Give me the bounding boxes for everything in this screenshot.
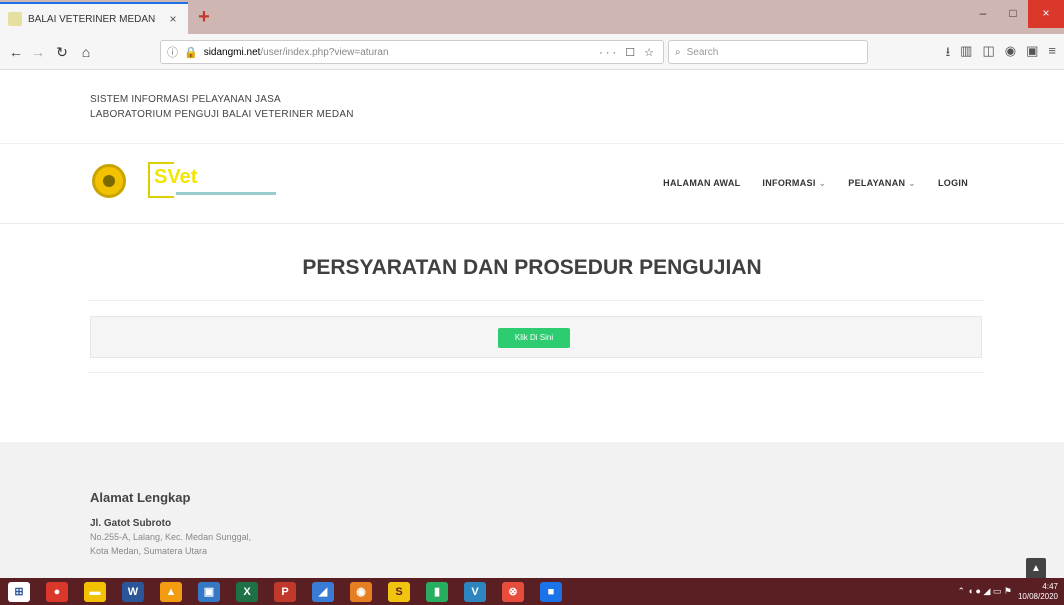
info-icon[interactable]: ⓘ bbox=[167, 44, 178, 60]
close-window-button[interactable]: × bbox=[1028, 0, 1064, 28]
app-icon[interactable]: ● bbox=[46, 581, 68, 602]
menu-item-informasi[interactable]: INFORMASI ⌄ bbox=[762, 178, 826, 189]
page-title: PERSYARATAN DAN PROSEDUR PENGUJIAN bbox=[302, 256, 762, 279]
powerpoint-icon[interactable]: P bbox=[274, 581, 296, 602]
extension-icon[interactable]: ◉ bbox=[1005, 43, 1016, 65]
library-icon[interactable]: ▥ bbox=[960, 43, 972, 65]
url-bar[interactable]: ⓘ 🔒 sidangmi.net /user/index.php?view=at… bbox=[160, 40, 664, 64]
topbar-line-2: LABORATORIUM PENGUJI BALAI VETERINER MED… bbox=[90, 109, 354, 120]
menu-item-login[interactable]: LOGIN bbox=[938, 178, 968, 189]
svet-logo[interactable]: SVet bbox=[148, 162, 280, 198]
chevron-down-icon: ⌄ bbox=[818, 178, 827, 188]
menu-item-informasi-label: INFORMASI bbox=[762, 178, 816, 188]
start-icon[interactable]: ⊞ bbox=[8, 581, 30, 602]
site-topbar: SISTEM INFORMASI PELAYANAN JASA LABORATO… bbox=[0, 70, 1064, 144]
toolbar-icons: ⭳ ▥ ◫ ◉ ▣ ≡ bbox=[946, 43, 1056, 65]
app-icon[interactable]: ■ bbox=[540, 581, 562, 602]
emblem-logo[interactable] bbox=[92, 164, 126, 198]
browser-tabbar: BALAI VETERINER MEDAN × + – □ × bbox=[0, 0, 1064, 34]
reload-icon[interactable]: ↻ bbox=[52, 42, 72, 62]
site-lock-icon: 🔒 bbox=[184, 46, 198, 59]
vlc-icon[interactable]: ▲ bbox=[160, 581, 182, 602]
download-icon[interactable]: ⭳ bbox=[946, 43, 951, 65]
url-actions-icons[interactable]: ··· ☐ ☆ bbox=[599, 46, 657, 59]
file-explorer-icon[interactable]: ▬ bbox=[84, 581, 106, 602]
os-taskbar: ⊞ ● ▬ W ▲ ▣ X P ◢ ◉ S ▮ V ⊗ ■ ⌃ ◖ ● ◢ ▭ … bbox=[0, 578, 1064, 605]
footer-street: Jl. Gatot Subroto bbox=[90, 518, 172, 529]
vs-icon[interactable]: V bbox=[464, 581, 486, 602]
logo-text: SVet bbox=[154, 166, 198, 188]
main-menu: HALAMAN AWAL INFORMASI ⌄ PELAYANAN ⌄ LOG… bbox=[663, 178, 968, 189]
click-here-button[interactable]: Klik Di Sini bbox=[498, 328, 570, 348]
word-icon[interactable]: W bbox=[122, 581, 144, 602]
search-icon: ⌕ bbox=[675, 46, 681, 58]
content-panel: Klik Di Sini bbox=[90, 316, 982, 358]
app-icon[interactable]: S bbox=[388, 581, 410, 602]
site-footer: Alamat Lengkap Jl. Gatot Subroto No.255-… bbox=[0, 442, 1064, 578]
app-icon[interactable]: ◢ bbox=[312, 581, 334, 602]
menu-item-halaman-awal[interactable]: HALAMAN AWAL bbox=[663, 178, 740, 189]
clock-time: 4:47 bbox=[1042, 581, 1058, 591]
favicon-icon bbox=[8, 12, 22, 26]
clock-date: 10/08/2020 bbox=[1017, 591, 1058, 601]
clock[interactable]: 4:47 10/08/2020 bbox=[1018, 582, 1058, 602]
logo-underline bbox=[176, 192, 276, 195]
browser-navbar: ← → ↻ ⌂ ⓘ 🔒 sidangmi.net /user/index.php… bbox=[0, 34, 1064, 70]
app-icon[interactable]: ▮ bbox=[426, 581, 448, 602]
menu-icon[interactable]: ≡ bbox=[1048, 43, 1056, 65]
panel-divider bbox=[88, 372, 984, 373]
url-host: sidangmi.net bbox=[203, 46, 261, 58]
title-divider bbox=[88, 300, 984, 301]
site-header: SVet HALAMAN AWAL INFORMASI ⌄ PELAYANAN … bbox=[0, 144, 1064, 224]
xampp-icon[interactable]: ⊗ bbox=[502, 581, 524, 602]
maximize-window-button[interactable]: □ bbox=[998, 0, 1028, 28]
minimize-window-button[interactable]: – bbox=[968, 0, 998, 28]
tab-title: BALAI VETERINER MEDAN bbox=[28, 13, 156, 25]
forward-icon[interactable]: → bbox=[28, 42, 48, 62]
topbar-line-1: SISTEM INFORMASI PELAYANAN JASA bbox=[90, 94, 281, 105]
footer-title: Alamat Lengkap bbox=[90, 490, 191, 505]
footer-address-1: No.255-A, Lalang, Kec. Medan Sunggal, bbox=[90, 532, 252, 542]
search-placeholder: Search bbox=[686, 46, 719, 58]
new-tab-button[interactable]: + bbox=[193, 6, 215, 28]
home-icon[interactable]: ⌂ bbox=[76, 42, 96, 62]
url-path: /user/index.php?view=aturan bbox=[260, 46, 389, 58]
scroll-top-button[interactable]: ▲ bbox=[1026, 558, 1046, 578]
excel-icon[interactable]: X bbox=[236, 581, 258, 602]
addon-icon[interactable]: ▣ bbox=[1026, 43, 1038, 65]
web-page: SISTEM INFORMASI PELAYANAN JASA LABORATO… bbox=[0, 70, 1064, 578]
tray-icons[interactable]: ⌃ ◖ ● ◢ ▭ ⚑ bbox=[958, 586, 1012, 597]
back-icon[interactable]: ← bbox=[6, 42, 26, 62]
search-input[interactable]: ⌕ Search bbox=[668, 40, 868, 64]
menu-item-pelayanan[interactable]: PELAYANAN ⌄ bbox=[848, 178, 916, 189]
sidebar-icon[interactable]: ◫ bbox=[982, 43, 994, 65]
system-tray: ⌃ ◖ ● ◢ ▭ ⚑ 4:47 10/08/2020 bbox=[958, 582, 1064, 602]
chevron-down-icon: ⌄ bbox=[908, 178, 916, 188]
close-tab-icon[interactable]: × bbox=[166, 12, 180, 26]
menu-item-pelayanan-label: PELAYANAN bbox=[848, 178, 906, 188]
firefox-icon[interactable]: ◉ bbox=[350, 581, 372, 602]
app-icon[interactable]: ▣ bbox=[198, 581, 220, 602]
browser-tab[interactable]: BALAI VETERINER MEDAN × bbox=[0, 2, 188, 34]
footer-address-2: Kota Medan, Sumatera Utara bbox=[90, 546, 208, 556]
